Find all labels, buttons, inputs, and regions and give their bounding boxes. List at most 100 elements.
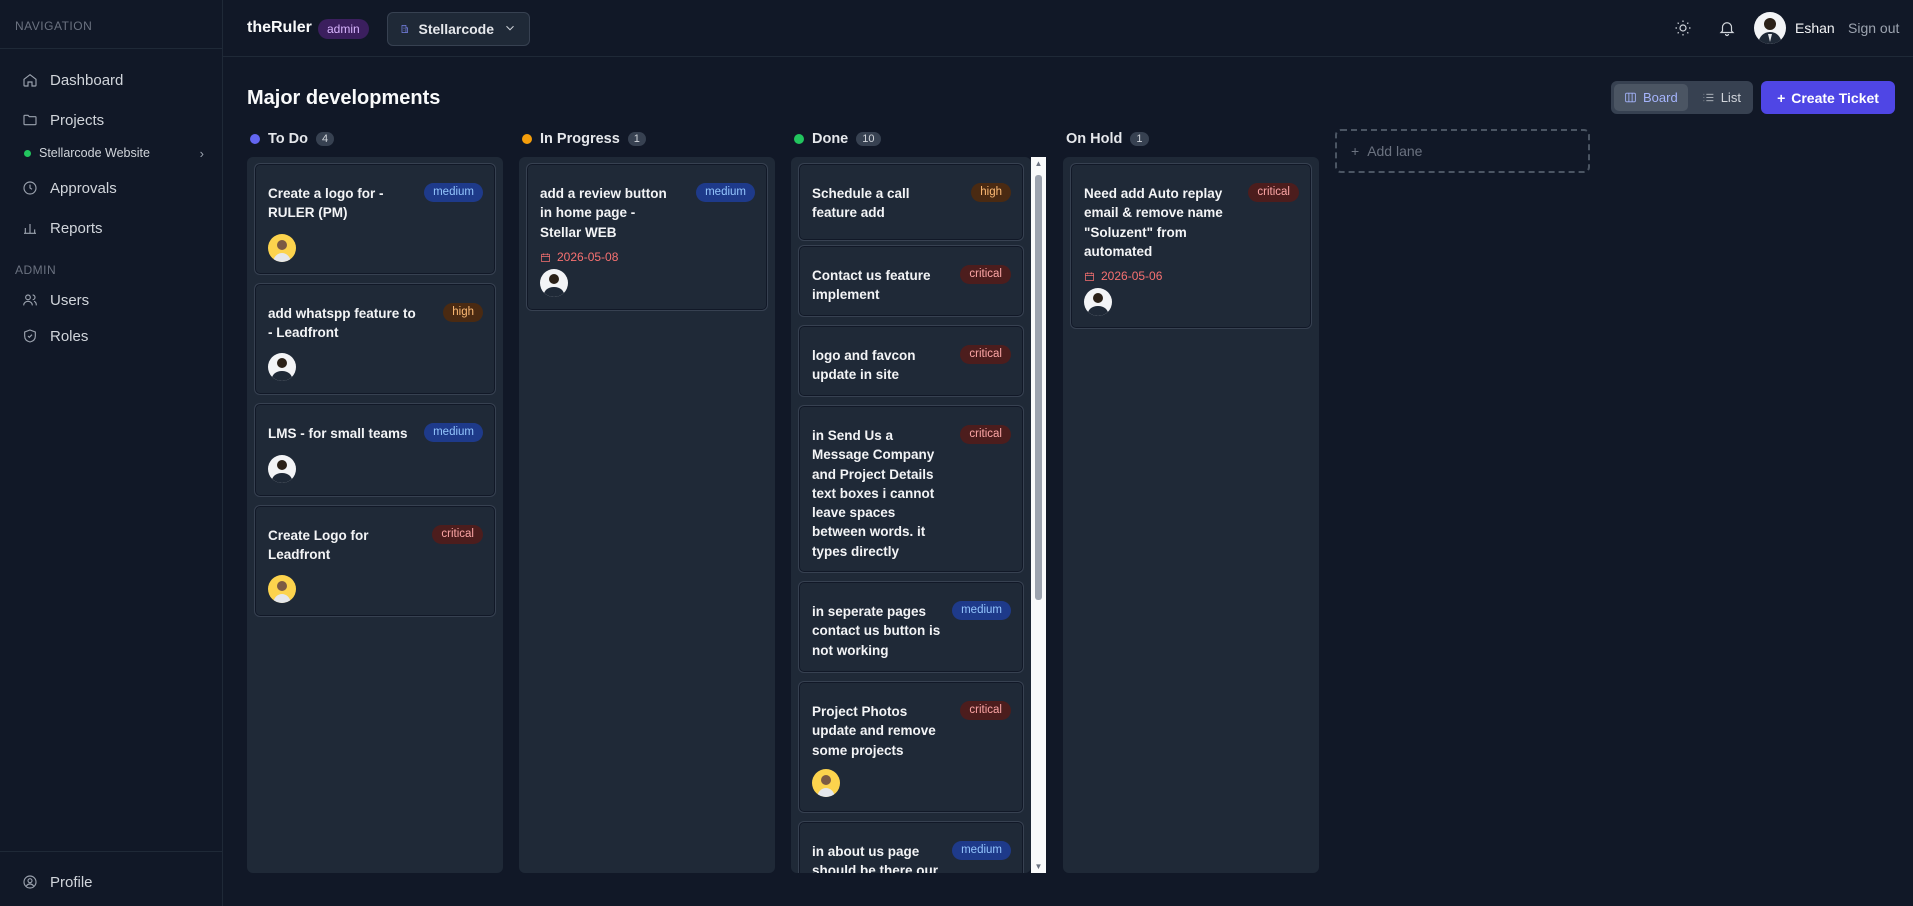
due-date-text: 2026-05-08 (557, 250, 619, 264)
create-ticket-label: Create Ticket (1791, 89, 1879, 106)
sidebar-item-roles[interactable]: Roles (22, 324, 88, 348)
plus-icon: + (1351, 143, 1360, 159)
bar-chart-icon (24, 224, 36, 234)
ticket-card[interactable]: in Send Us a Message Company and Project… (798, 405, 1024, 573)
sign-out-link[interactable]: Sign out (1848, 20, 1899, 36)
sidebar-item-label: Profile (50, 873, 93, 891)
ticket-card[interactable]: add a review button in home page - Stell… (526, 163, 768, 311)
sidebar-subitem-label: Stellarcode Website (39, 146, 150, 160)
list-view-button[interactable]: List (1692, 84, 1751, 111)
board-view-button[interactable]: Board (1614, 84, 1688, 111)
assignee-avatar (268, 575, 296, 603)
priority-badge: medium (696, 183, 755, 202)
brand-name: theRuler (247, 19, 312, 36)
done-lane-scrollbar[interactable]: ▲ ▼ (1031, 157, 1046, 873)
ticket-card[interactable]: LMS - for small teams medium (254, 403, 496, 497)
add-lane-label: Add lane (1367, 143, 1423, 159)
sidebar-item-profile[interactable]: Profile (22, 870, 93, 894)
due-date-text: 2026-05-06 (1101, 269, 1163, 283)
sidebar-item-reports[interactable]: Reports (22, 216, 103, 240)
users-icon (23, 294, 37, 306)
ticket-card[interactable]: in about us page should be there our med… (798, 821, 1024, 873)
sidebar-item-users[interactable]: Users (22, 288, 89, 312)
columns-icon (1625, 92, 1636, 103)
user-avatar[interactable] (1754, 12, 1786, 44)
sidebar-divider (0, 851, 222, 852)
lane-color-dot (522, 134, 532, 144)
sun-icon (1675, 20, 1691, 36)
bell-icon (1719, 22, 1735, 37)
assignee-avatar (268, 455, 296, 483)
status-dot (24, 149, 31, 157)
lane-title: On Hold (1066, 131, 1123, 147)
add-lane-button[interactable]: + Add lane (1335, 129, 1590, 173)
notifications-button[interactable] (1718, 19, 1736, 37)
lane-count: 1 (1130, 132, 1149, 146)
priority-badge: critical (960, 345, 1011, 364)
sidebar-item-label: Roles (50, 327, 89, 345)
lane-color-dot (794, 134, 804, 144)
ticket-card[interactable]: Create Logo for Leadfront critical (254, 505, 496, 617)
sidebar-item-stellarcode-website[interactable]: Stellarcode Website › (24, 143, 204, 163)
sidebar-divider (0, 48, 222, 49)
ticket-card[interactable]: logo and favcon update in site critical (798, 325, 1024, 397)
lane-count: 1 (627, 132, 646, 146)
sidebar-item-label: Approvals (50, 179, 117, 197)
lane-title: To Do (268, 131, 308, 147)
sidebar-item-dashboard[interactable]: Dashboard (22, 68, 123, 92)
user-name: Eshan (1795, 20, 1835, 36)
ticket-title: Project Photos update and remove some pr… (812, 704, 936, 758)
plus-icon: + (1777, 89, 1786, 106)
board-view-label: Board (1643, 90, 1678, 105)
lane-on-hold: Need add Auto replay email & remove name… (1063, 157, 1319, 873)
theme-toggle-button[interactable] (1674, 19, 1692, 37)
ticket-title: add a review button in home page - Stell… (540, 186, 667, 240)
due-date: 2026-05-08 (540, 250, 618, 264)
priority-badge: critical (1248, 183, 1299, 202)
assignee-avatar (268, 234, 296, 262)
lane-in-progress: add a review button in home page - Stell… (519, 157, 775, 873)
ticket-card[interactable]: Create a logo for - RULER (PM) medium (254, 163, 496, 275)
ticket-title: Need add Auto replay email & remove name… (1084, 186, 1223, 259)
nav-heading: NAVIGATION (15, 19, 93, 33)
view-toggle: Board List (1611, 81, 1753, 114)
priority-badge: critical (960, 425, 1011, 444)
scroll-up-arrow-icon[interactable]: ▲ (1034, 159, 1043, 168)
assignee-avatar (268, 353, 296, 381)
calendar-icon (1085, 271, 1094, 281)
lane-todo: Create a logo for - RULER (PM) medium ad… (247, 157, 503, 873)
list-view-label: List (1720, 90, 1741, 105)
sidebar-item-label: Dashboard (50, 71, 124, 89)
lane-count: 10 (856, 132, 881, 146)
top-bar: theRuler admin Stellarcode Eshan Sign ou… (223, 0, 1913, 57)
chevron-down-icon (503, 21, 517, 38)
home-icon (23, 73, 37, 87)
assignee-avatar (812, 769, 840, 797)
priority-badge: high (443, 303, 483, 322)
scroll-down-arrow-icon[interactable]: ▼ (1034, 862, 1043, 871)
lane-header-on-hold: On Hold 1 (1066, 129, 1149, 149)
lane-header-done: Done 10 (794, 129, 881, 149)
folder-icon (23, 114, 37, 126)
ticket-card[interactable]: Schedule a call feature add high (798, 163, 1024, 241)
ticket-card[interactable]: Need add Auto replay email & remove name… (1070, 163, 1312, 329)
shield-icon (24, 329, 36, 343)
clock-icon (23, 181, 37, 195)
list-icon (1703, 93, 1714, 102)
scroll-thumb[interactable] (1035, 175, 1042, 600)
ticket-title: Create Logo for Leadfront (268, 528, 369, 563)
sidebar-item-projects[interactable]: Projects (22, 108, 104, 132)
workspace-select[interactable]: Stellarcode (387, 12, 530, 46)
ticket-card[interactable]: Project Photos update and remove some pr… (798, 681, 1024, 813)
assignee-avatar (540, 269, 568, 297)
ticket-card[interactable]: Contact us feature implement critical (798, 245, 1024, 317)
ticket-title: add whatspp feature to - Leadfront (268, 306, 416, 341)
create-ticket-button[interactable]: + Create Ticket (1761, 81, 1895, 114)
lane-color-dot (250, 134, 260, 144)
ticket-card[interactable]: in seperate pages contact us button is n… (798, 581, 1024, 673)
building-icon (401, 25, 408, 33)
ticket-card[interactable]: add whatspp feature to - Leadfront high (254, 283, 496, 395)
ticket-title: logo and favcon update in site (812, 348, 916, 383)
sidebar-item-approvals[interactable]: Approvals (22, 176, 117, 200)
page-title: Major developments (247, 87, 441, 109)
